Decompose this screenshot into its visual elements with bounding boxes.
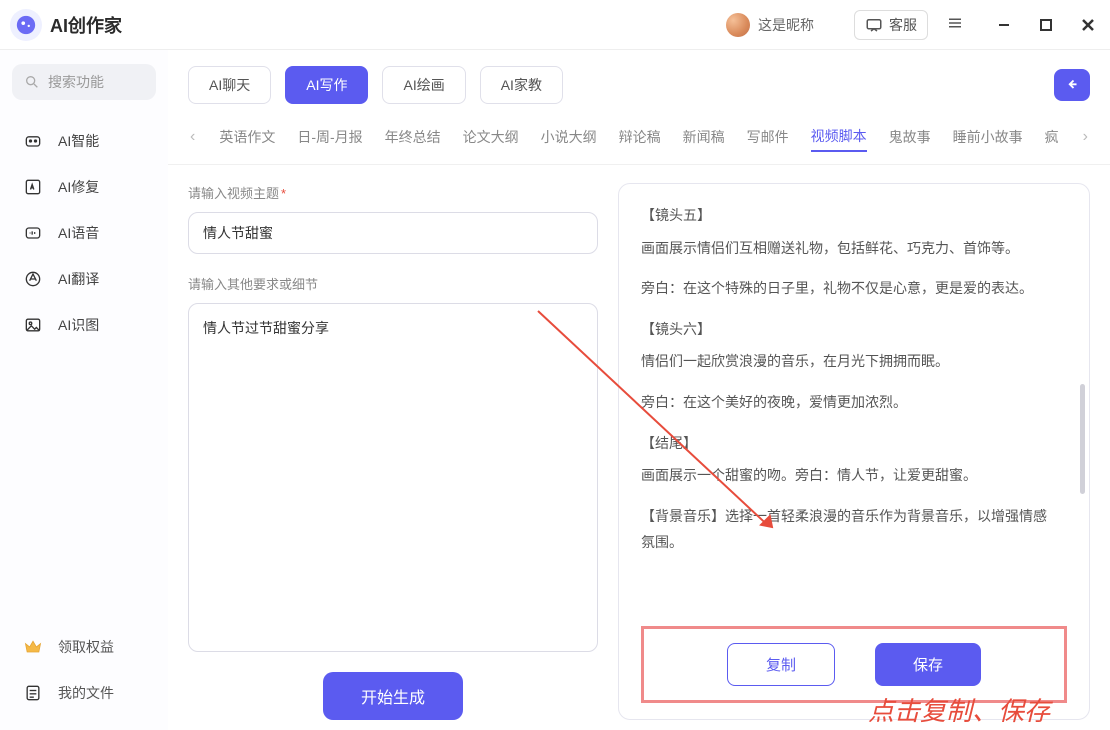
copy-button[interactable]: 复制 [727, 643, 835, 686]
subtab-english[interactable]: 英语作文 [219, 123, 275, 151]
bot-icon [22, 130, 44, 152]
generate-button[interactable]: 开始生成 [323, 672, 463, 720]
tab-ai-write[interactable]: AI写作 [285, 66, 368, 104]
subtab-bedtime[interactable]: 睡前小故事 [953, 123, 1023, 151]
save-button[interactable]: 保存 [875, 643, 981, 686]
sidebar-item-ai-translate[interactable]: AI翻译 [12, 256, 156, 302]
avatar[interactable] [726, 13, 750, 37]
sparkle-edit-icon [22, 176, 44, 198]
subtab-news[interactable]: 新闻稿 [683, 123, 725, 151]
subtab-ghost[interactable]: 鬼故事 [889, 123, 931, 151]
image-icon [22, 314, 44, 336]
sidebar-item-ai-fix[interactable]: AI修复 [12, 164, 156, 210]
titlebar: AI创作家 这是昵称 客服 [0, 0, 1110, 50]
detail-label: 请输入其他要求或细节 [188, 274, 598, 293]
return-button[interactable] [1054, 69, 1090, 101]
window-controls [992, 13, 1100, 37]
sidebar-item-label: 领取权益 [58, 637, 114, 657]
app-logo [10, 9, 42, 41]
sidebar-item-label: AI翻译 [58, 269, 99, 289]
sub-tabs: ‹ 英语作文 日-周-月报 年终总结 论文大纲 小说大纲 辩论稿 新闻稿 写邮件… [168, 114, 1110, 165]
support-button[interactable]: 客服 [854, 10, 928, 40]
sidebar-item-benefits[interactable]: 领取权益 [12, 624, 156, 670]
annotation-text: 点击复制、保存 [868, 691, 1050, 728]
translate-icon [22, 268, 44, 290]
subtab-more[interactable]: 疯 [1045, 123, 1059, 151]
subtab-prev-icon[interactable]: ‹ [188, 128, 197, 146]
form-panel: 请输入视频主题* 请输入其他要求或细节 开始生成 [188, 183, 598, 720]
subtab-video-script[interactable]: 视频脚本 [811, 122, 867, 152]
sidebar-item-ai-image[interactable]: AI识图 [12, 302, 156, 348]
nickname: 这是昵称 [758, 15, 814, 35]
close-button[interactable] [1076, 13, 1100, 37]
sidebar: 搜索功能 AI智能 AI修复 AI语音 AI翻译 AI识图 领取权益 [0, 50, 168, 730]
hamburger-menu-icon[interactable] [938, 8, 972, 41]
sidebar-item-myfiles[interactable]: 我的文件 [12, 670, 156, 716]
search-input[interactable]: 搜索功能 [12, 64, 156, 100]
support-label: 客服 [889, 15, 917, 35]
top-tabs: AI聊天 AI写作 AI绘画 AI家教 [168, 50, 1110, 114]
sidebar-item-label: 我的文件 [58, 683, 114, 703]
sidebar-item-label: AI修复 [58, 177, 99, 197]
search-icon [24, 74, 40, 90]
app-title: AI创作家 [50, 12, 122, 38]
sidebar-item-label: AI语音 [58, 223, 99, 243]
sidebar-item-ai-smart[interactable]: AI智能 [12, 118, 156, 164]
scrollbar[interactable] [1080, 384, 1085, 494]
voice-icon [22, 222, 44, 244]
theme-label: 请输入视频主题* [188, 183, 598, 202]
tab-ai-paint[interactable]: AI绘画 [382, 66, 465, 104]
subtab-report[interactable]: 日-周-月报 [297, 123, 362, 151]
subtab-email[interactable]: 写邮件 [747, 123, 789, 151]
sidebar-item-label: AI智能 [58, 131, 99, 151]
subtab-yearend[interactable]: 年终总结 [385, 123, 441, 151]
detail-textarea[interactable] [188, 303, 598, 652]
crown-icon [22, 636, 44, 658]
tab-ai-chat[interactable]: AI聊天 [188, 66, 271, 104]
return-arrow-icon [1063, 76, 1081, 94]
document-icon [22, 682, 44, 704]
subtab-next-icon[interactable]: › [1081, 128, 1090, 146]
main-panel: AI聊天 AI写作 AI绘画 AI家教 ‹ 英语作文 日-周-月报 年终总结 论… [168, 50, 1110, 730]
theme-input[interactable] [188, 212, 598, 254]
sidebar-item-ai-voice[interactable]: AI语音 [12, 210, 156, 256]
search-placeholder: 搜索功能 [48, 72, 104, 92]
output-text: 【镜头五】 画面展示情侣们互相赠送礼物，包括鲜花、巧克力、首饰等。 旁白：在这个… [641, 202, 1067, 614]
subtab-debate[interactable]: 辩论稿 [619, 123, 661, 151]
tab-ai-tutor[interactable]: AI家教 [480, 66, 563, 104]
sidebar-item-label: AI识图 [58, 315, 99, 335]
maximize-button[interactable] [1034, 13, 1058, 37]
subtab-thesis[interactable]: 论文大纲 [463, 123, 519, 151]
minimize-button[interactable] [992, 13, 1016, 37]
subtab-novel[interactable]: 小说大纲 [541, 123, 597, 151]
